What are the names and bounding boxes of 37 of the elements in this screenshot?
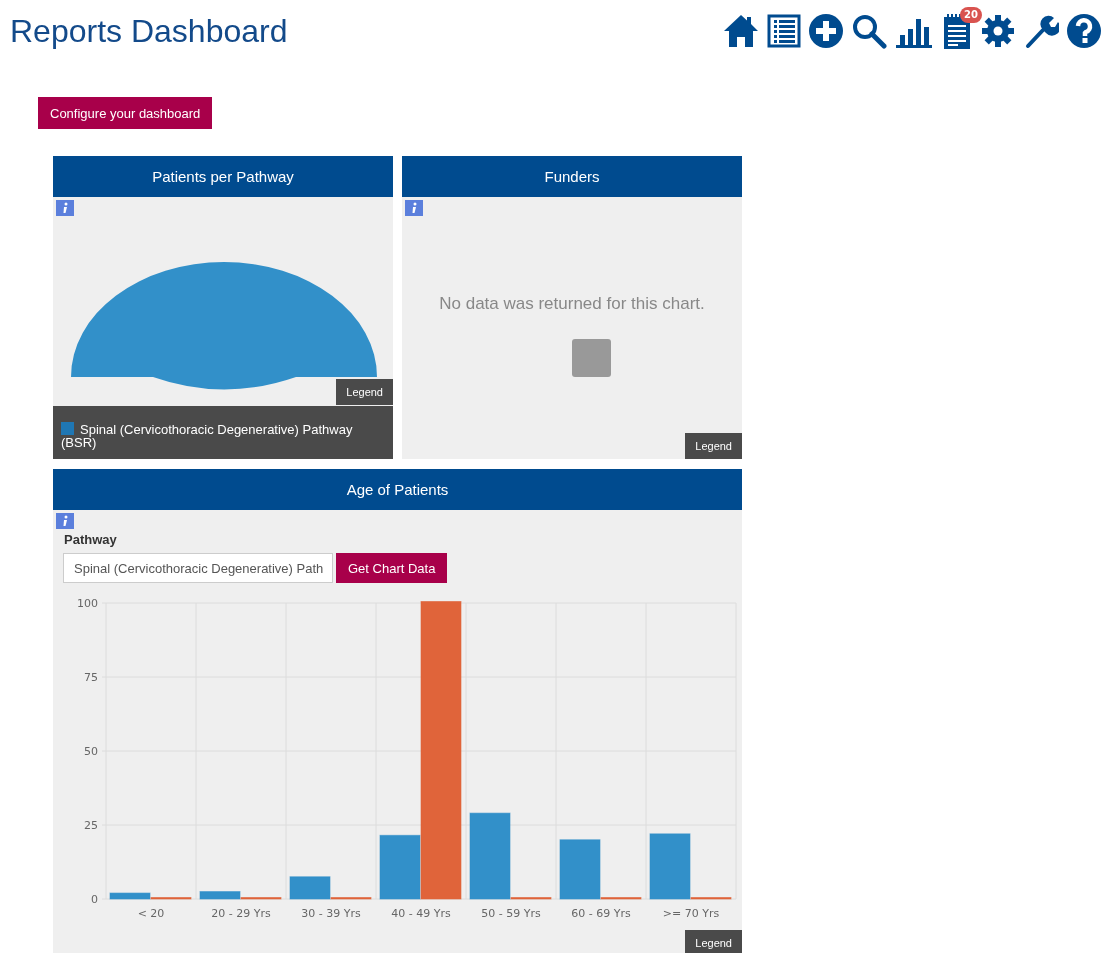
configure-dashboard-button[interactable]: Configure your dashboard	[38, 97, 213, 129]
settings-icon[interactable]	[980, 13, 1016, 49]
no-data-message: No data was returned for this chart.	[438, 294, 706, 314]
legend-label: Spinal (Cervicothoracic Degenerative) Pathway (BSR)	[61, 422, 353, 450]
legend-button[interactable]: Legend	[685, 433, 742, 459]
x-axis-label: 40 - 49 Yrs	[391, 907, 451, 920]
search-icon[interactable]	[851, 13, 887, 49]
y-axis-label: 100	[77, 597, 98, 610]
info-icon[interactable]	[405, 200, 423, 216]
home-icon[interactable]	[722, 12, 760, 50]
legend-button[interactable]: Legend	[685, 930, 742, 953]
y-axis-label: 75	[84, 671, 98, 684]
x-axis-label: >= 70 Yrs	[662, 907, 720, 920]
get-chart-data-button[interactable]: Get Chart Data	[336, 553, 448, 583]
info-icon[interactable]	[56, 200, 74, 216]
panel-title: Funders	[544, 168, 600, 185]
wrench-icon[interactable]	[1023, 13, 1059, 49]
help-icon[interactable]	[1066, 13, 1102, 49]
x-axis-label: 30 - 39 Yrs	[301, 907, 361, 920]
add-icon[interactable]	[808, 13, 844, 49]
panel-title: Patients per Pathway	[152, 168, 294, 185]
pathway-dropdown[interactable]: Spinal (Cervicothoracic Degenerative) Path	[63, 553, 333, 583]
x-axis-label: 20 - 29 Yrs	[211, 907, 271, 920]
panel-title: Age of Patients	[346, 481, 449, 498]
x-axis-label: 60 - 69 Yrs	[571, 907, 631, 920]
y-axis-label: 0	[91, 893, 98, 906]
legend-button[interactable]: Legend	[336, 379, 393, 405]
list-icon[interactable]	[767, 13, 801, 49]
page-title: Reports Dashboard	[10, 12, 288, 50]
y-axis-label: 50	[84, 745, 98, 758]
x-axis-label: < 20	[137, 907, 165, 920]
notification-badge: 20	[960, 7, 982, 23]
x-axis-label: 50 - 59 Yrs	[481, 907, 541, 920]
info-icon[interactable]	[56, 513, 74, 529]
placeholder-square-icon	[572, 339, 611, 377]
filter-label: Pathway	[64, 532, 117, 547]
y-axis-label: 25	[84, 819, 98, 832]
